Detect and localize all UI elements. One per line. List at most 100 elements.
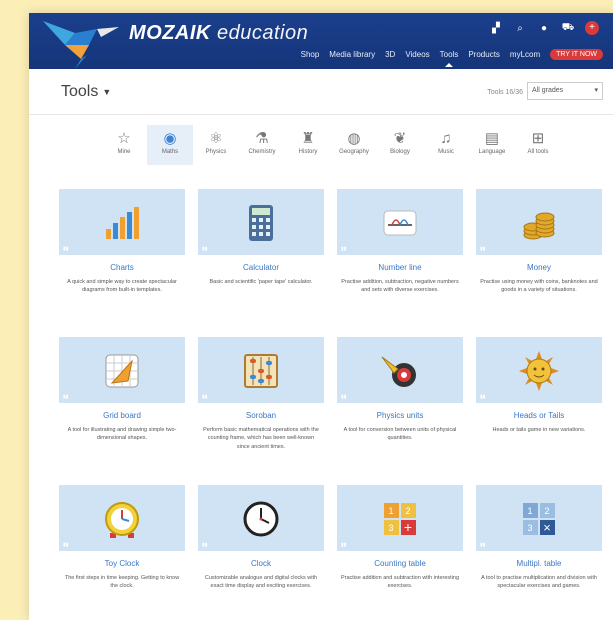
nav-media-library[interactable]: Media library [329,50,375,59]
card-description: A tool for conversion between units of p… [343,427,457,442]
flag-icon[interactable]: + [585,21,599,35]
tool-card-multipl-table[interactable]: 1 2 3 × ▮▮ Multipl. table A tool to practis… [476,485,602,620]
tool-card-toy-clock[interactable]: ▮▮ Toy Clock The first steps in time kee… [59,485,185,620]
category-physics[interactable]: ⚛ Physics [193,125,239,165]
category-biology[interactable]: ❦ Biology [377,125,423,165]
card-title[interactable]: Money [476,263,602,272]
user-icon[interactable]: ● [537,23,551,34]
search-icon[interactable]: ⌕ [513,23,527,34]
tool-card-charts[interactable]: ▮▮ Charts A quick and simple way to crea… [59,189,185,329]
page-title[interactable]: Tools ▼ [61,83,111,101]
grades-select[interactable]: All grades ▾ [527,82,603,100]
tool-thumbnail[interactable]: 1 2 3 + ▮▮ [337,485,463,551]
tool-thumbnail[interactable]: ▮▮ [476,189,602,255]
category-label: History [298,149,318,155]
tool-card-money[interactable]: ▮▮ Money Practise using money with coins… [476,189,602,329]
tool-thumbnail[interactable]: ▮▮ [337,337,463,403]
category-language[interactable]: ▤ Language [469,125,515,165]
info-icon: ▮▮ [480,394,486,400]
page-title-text: Tools [61,83,99,100]
card-title[interactable]: Calculator [198,263,324,272]
tool-card-calculator[interactable]: ▮▮ Calculator Basic and scientific 'pape… [198,189,324,329]
header-bar: MOZAIK education ▞ ⌕ ● ⛟ + Shop Media li… [29,13,613,69]
info-icon: ▮▮ [202,394,208,400]
tool-thumbnail[interactable]: ▮▮ [476,337,602,403]
maths-icon: ◉ [163,130,177,147]
brand-logo[interactable]: MOZAIK education [129,22,308,45]
globe-icon: ◍ [347,130,361,147]
svg-text:1: 1 [527,506,532,516]
tool-thumbnail[interactable]: ▮▮ [198,189,324,255]
history-icon: ♜ [301,130,315,147]
grid-board-icon [105,354,139,388]
category-bar: ☆ Mine ◉ Maths ⚛ Physics ⚗ Chemistry ♜ Histor… [101,125,561,165]
category-geography[interactable]: ◍ Geography [331,125,377,165]
card-title[interactable]: Heads or Tails [476,411,602,420]
multiplication-table-icon: 1 2 3 × [523,503,555,535]
nav-shop[interactable]: Shop [301,50,320,59]
tool-thumbnail[interactable]: ▮▮ [59,189,185,255]
tool-thumbnail[interactable]: 1 2 3 × ▮▮ [476,485,602,551]
tool-card-clock[interactable]: ▮▮ Clock Customizable analogue and digit… [198,485,324,620]
tool-thumbnail[interactable]: ▮▮ [198,485,324,551]
info-icon: ▮▮ [341,542,347,548]
sun-coin-icon [519,351,559,391]
tape-measure-icon [381,356,416,387]
svg-text:+: + [404,519,412,535]
nav-videos[interactable]: Videos [405,50,429,59]
cart-icon[interactable]: ⛟ [561,22,575,35]
card-title[interactable]: Charts [59,263,185,272]
card-description: The first steps in time keeping. Getting… [64,575,180,590]
category-maths[interactable]: ◉ Maths [147,125,193,165]
card-title[interactable]: Grid board [59,411,185,420]
nav-products[interactable]: Products [468,50,500,59]
grid-icon: ⊞ [531,130,545,147]
info-icon: ▮▮ [202,542,208,548]
category-history[interactable]: ♜ History [285,125,331,165]
card-title[interactable]: Physics units [337,411,463,420]
tool-thumbnail[interactable]: ▮▮ [59,337,185,403]
grades-value: All grades [532,87,564,94]
tool-thumbnail[interactable]: ▮▮ [337,189,463,255]
tool-card-physics-units[interactable]: ▮▮ Physics units A tool for conversion b… [337,337,463,477]
tool-card-heads-or-tails[interactable]: ▮▮ Heads or Tails Heads or tails game in… [476,337,602,477]
info-icon: ▮▮ [480,246,486,252]
tool-card-soroban[interactable]: ▮▮ Soroban Perform basic mathematical op… [198,337,324,477]
card-title[interactable]: Clock [198,559,324,568]
card-description: Heads or tails game in new variations. [492,427,586,433]
card-title[interactable]: Multipl. table [476,559,602,568]
card-title[interactable]: Number line [337,263,463,272]
try-button[interactable]: TRY IT NOW [550,49,603,60]
bar-chart-icon [106,207,139,239]
category-music[interactable]: ♫ Music [423,125,469,165]
category-chemistry[interactable]: ⚗ Chemistry [239,125,285,165]
category-label: Physics [205,149,227,155]
card-description: A tool for illustrating and drawing simp… [67,427,177,442]
chevron-down-icon: ▼ [102,86,112,97]
kingfisher-logo-icon[interactable] [35,15,125,69]
tool-card-counting-table[interactable]: 1 2 3 + ▮▮ Counting table Practise addition… [337,485,463,620]
number-line-icon [383,210,417,236]
card-title[interactable]: Soroban [198,411,324,420]
tool-thumbnail[interactable]: ▮▮ [59,485,185,551]
top-icons: ▞ ⌕ ● ⛟ + [489,21,599,35]
card-title[interactable]: Toy Clock [59,559,185,568]
category-mine[interactable]: ☆ Mine [101,125,147,165]
nav-3d[interactable]: 3D [385,50,395,59]
coins-icon [523,212,555,240]
toy-clock-icon [105,502,139,538]
tool-card-number-line[interactable]: ▮▮ Number line Practise addition, subtra… [337,189,463,329]
calculator-icon [249,205,273,241]
category-label: Mine [117,149,131,155]
nav-tools[interactable]: Tools [440,50,458,67]
info-icon: ▮▮ [63,542,69,548]
category-all-tools[interactable]: ⊞ All tools [515,125,561,165]
tool-thumbnail[interactable]: ▮▮ [198,337,324,403]
info-icon: ▮▮ [341,394,347,400]
nav-mylcom[interactable]: myLcom [510,50,540,59]
card-title[interactable]: Counting table [337,559,463,568]
main-nav: Shop Media library 3D Videos Tools Produ… [301,49,603,67]
tool-card-grid-board[interactable]: ▮▮ Grid board A tool for illustrating an… [59,337,185,477]
category-label: All tools [527,149,549,155]
grid-icon[interactable]: ▞ [489,23,503,34]
